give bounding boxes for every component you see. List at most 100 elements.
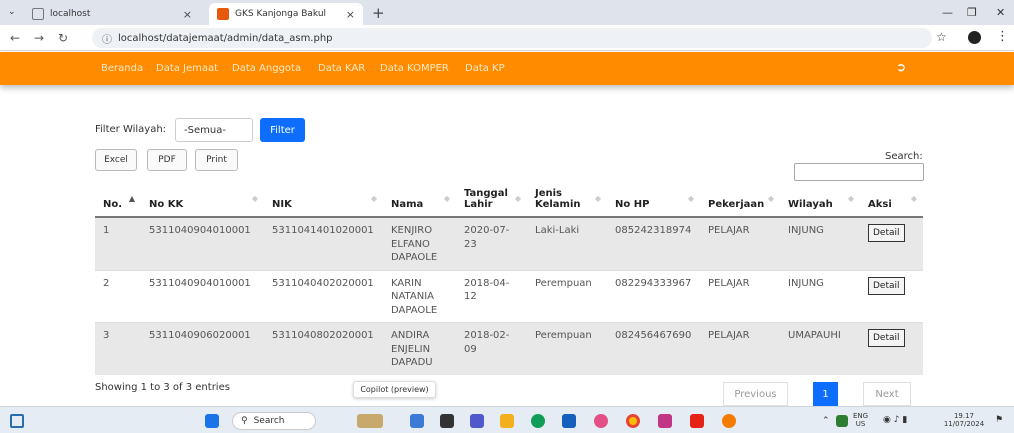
cell-nik: 5311040402020001 <box>264 269 383 323</box>
previous-page-button[interactable]: Previous <box>723 382 788 406</box>
network-volume-battery-icon[interactable]: ◉ ♪ ▮ <box>883 415 907 426</box>
column-header-aksi[interactable]: Aksi ◆ <box>860 184 923 218</box>
nav-link-data-komper[interactable]: Data KOMPER <box>380 63 449 74</box>
app-icon[interactable] <box>722 414 736 428</box>
sort-icon: ◆ <box>767 194 774 203</box>
nav-link-data-kp[interactable]: Data KP <box>465 63 505 74</box>
back-arrow-icon[interactable]: ← <box>10 31 20 45</box>
cell-nama: KARIN NATANIA DAPAOLE <box>383 269 456 323</box>
widgets-icon[interactable] <box>10 414 24 428</box>
minimize-icon[interactable]: — <box>942 6 953 19</box>
extension-icon[interactable] <box>968 31 981 44</box>
column-header-pekerjaan[interactable]: Pekerjaan ◆ <box>700 184 780 218</box>
reload-icon[interactable]: ↻ <box>58 31 68 45</box>
cell-aksi: Detail <box>860 269 923 323</box>
column-header-no-kk[interactable]: No KK ◆ <box>141 184 264 218</box>
column-header-jenis-kelamin[interactable]: Jenis Kelamin ◆ <box>527 184 607 218</box>
cell-wilayah: UMAPAUHI <box>780 322 860 375</box>
table-row: 2 5311040904010001 5311040402020001 KARI… <box>95 269 923 323</box>
sort-icon: ◆ <box>370 194 377 203</box>
detail-button[interactable]: Detail <box>868 276 905 295</box>
cell-jenis-kelamin: Perempuan <box>527 322 607 375</box>
column-header-no-hp[interactable]: No HP ◆ <box>607 184 700 218</box>
cell-aksi: Detail <box>860 216 923 270</box>
cell-wilayah: INJUNG <box>780 269 860 323</box>
restore-icon[interactable]: ❐ <box>967 6 977 19</box>
edge-browser-icon[interactable] <box>531 414 545 428</box>
url-text: localhost/datajemaat/admin/data_asm.php <box>118 32 333 44</box>
url-field[interactable]: ⓘ localhost/datajemaat/admin/data_asm.ph… <box>92 28 932 48</box>
nav-link-data-jemaat[interactable]: Data Jemaat <box>156 63 218 74</box>
column-header-wilayah[interactable]: Wilayah ◆ <box>780 184 860 218</box>
chrome-icon[interactable] <box>626 414 640 428</box>
cell-no: 3 <box>95 322 141 375</box>
column-header-tanggal-lahir[interactable]: Tanggal Lahir ◆ <box>456 184 527 218</box>
table-row: 3 5311040906020001 5311040802020001 ANDI… <box>95 322 923 375</box>
filter-button[interactable]: Filter <box>260 118 305 142</box>
app-icon[interactable] <box>594 414 608 428</box>
close-window-icon[interactable]: ✕ <box>996 6 1005 19</box>
tab-list-chevron-icon[interactable]: ⌄ <box>8 7 16 17</box>
cell-no-hp: 085242318974 <box>607 216 700 270</box>
next-page-button[interactable]: Next <box>863 382 911 406</box>
weather-landscape-icon[interactable] <box>357 414 383 428</box>
clock[interactable]: 19.17 11/07/2024 <box>937 412 991 429</box>
column-header-no[interactable]: No. ▲ <box>95 184 141 218</box>
bookmark-star-icon[interactable]: ☆ <box>936 30 947 44</box>
close-tab-icon[interactable]: × <box>346 8 355 21</box>
new-tab-plus-icon[interactable]: + <box>372 4 385 22</box>
store-icon[interactable] <box>562 414 576 428</box>
start-menu-icon[interactable] <box>205 414 219 428</box>
cell-wilayah: INJUNG <box>780 216 860 270</box>
browser-menu-icon[interactable]: ⋮ <box>996 29 1009 44</box>
sort-icon: ◆ <box>251 194 258 203</box>
nav-link-data-kar[interactable]: Data KAR <box>318 63 365 74</box>
youtube-icon[interactable] <box>690 414 704 428</box>
tray-chevron-icon[interactable]: ⌃ <box>822 416 830 427</box>
entries-info: Showing 1 to 3 of 3 entries <box>95 382 230 393</box>
nav-link-data-anggota[interactable]: Data Anggota <box>232 63 301 74</box>
sort-icon: ◆ <box>687 194 694 203</box>
cell-jenis-kelamin: Laki-Laki <box>527 216 607 270</box>
cell-no-kk: 5311040906020001 <box>141 322 264 375</box>
jemaat-table: No. ▲ No KK ◆ NIK ◆ Nama ◆ Tanggal Lahir ◆ Je… <box>95 184 923 375</box>
close-tab-icon[interactable]: × <box>183 8 192 21</box>
cell-pekerjaan: PELAJAR <box>700 216 780 270</box>
browser-tab-localhost[interactable]: localhost × <box>24 3 200 25</box>
wilayah-select[interactable]: -Semua- <box>175 118 253 142</box>
print-button[interactable]: Print <box>195 149 238 171</box>
detail-button[interactable]: Detail <box>868 329 905 348</box>
logout-icon[interactable]: ➲ <box>896 60 906 74</box>
excel-button[interactable]: Excel <box>95 149 137 171</box>
sort-icon: ◆ <box>594 194 601 203</box>
detail-button[interactable]: Detail <box>868 224 905 243</box>
column-header-nama[interactable]: Nama ◆ <box>383 184 456 218</box>
teams-icon[interactable] <box>470 414 484 428</box>
cell-pekerjaan: PELAJAR <box>700 269 780 323</box>
taskbar-search[interactable]: ⚲ Search <box>232 412 316 430</box>
copilot-icon[interactable] <box>410 414 424 428</box>
forward-arrow-icon[interactable]: → <box>34 31 44 45</box>
nav-link-beranda[interactable]: Beranda <box>101 63 143 74</box>
instagram-icon[interactable] <box>658 414 672 428</box>
language-indicator[interactable]: ENG US <box>853 412 868 429</box>
file-explorer-icon[interactable] <box>500 414 514 428</box>
task-view-icon[interactable] <box>440 414 454 428</box>
table-header-row: No. ▲ No KK ◆ NIK ◆ Nama ◆ Tanggal Lahir ◆ Je… <box>95 184 923 218</box>
browser-tab-gks[interactable]: GKS Kanjonga Bakul × <box>209 3 363 25</box>
cell-no-hp: 082294333967 <box>607 269 700 323</box>
notification-bell-icon[interactable]: ⚑ <box>995 415 1003 426</box>
column-header-nik[interactable]: NIK ◆ <box>264 184 383 218</box>
page-1-button[interactable]: 1 <box>813 382 838 406</box>
windows-taskbar: ⚲ Search ⌃ ENG US ◉ ♪ ▮ 19.17 11/07/2024… <box>0 406 1014 433</box>
filter-wilayah-label: Filter Wilayah: <box>95 124 167 135</box>
sort-asc-icon: ▲ <box>128 194 135 203</box>
top-navigation: Beranda Data Jemaat Data Anggota Data KA… <box>0 52 1014 85</box>
search-input[interactable] <box>794 163 924 181</box>
site-info-icon[interactable]: ⓘ <box>102 31 112 46</box>
cell-no-hp: 082456467690 <box>607 322 700 375</box>
pdf-button[interactable]: PDF <box>147 149 187 171</box>
tray-app-icon[interactable] <box>836 415 848 427</box>
sort-icon: ◆ <box>443 194 450 203</box>
cell-no-kk: 5311040904010001 <box>141 269 264 323</box>
